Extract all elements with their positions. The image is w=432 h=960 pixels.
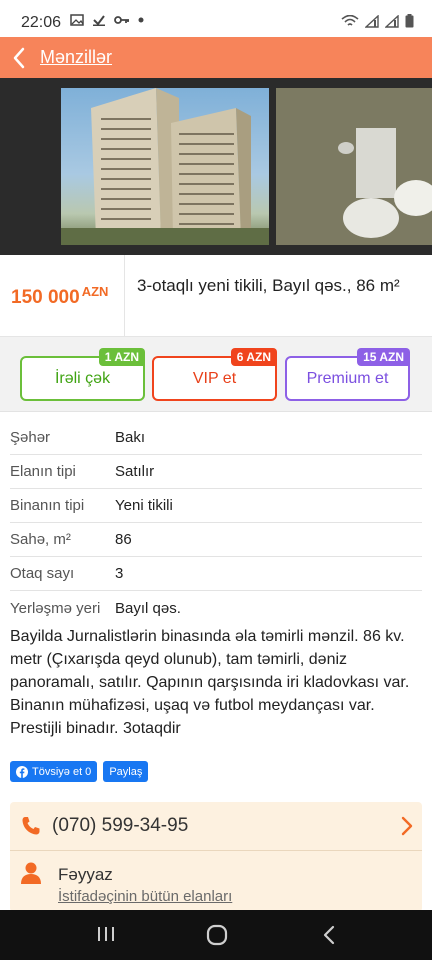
property-row: Yerləşmə yeri Bayıl qəs. — [10, 591, 422, 625]
properties-table: Şəhər Bakı Elanın tipi Satılır Binanın tip… — [10, 421, 422, 625]
property-value: 86 — [115, 531, 132, 548]
signal-2-icon — [385, 14, 399, 28]
recent-apps-icon[interactable] — [96, 924, 116, 944]
price-amount: 150 000 — [11, 287, 80, 308]
property-value: 3 — [115, 565, 124, 582]
key-icon — [114, 16, 129, 24]
share-button[interactable]: Paylaş — [103, 761, 149, 782]
price-currency: AZN — [81, 284, 109, 299]
divider — [124, 255, 125, 337]
property-row: Sahə, m² 86 — [10, 523, 422, 557]
all-ads-link[interactable]: İstifadəçinin bütün elanları — [58, 888, 232, 905]
wifi-icon — [341, 14, 359, 26]
property-value: Bayıl qəs. — [115, 599, 181, 617]
boost-button[interactable]: 1 AZN İrəli çək — [20, 348, 145, 401]
social-buttons: Tövsiyə et 0 Paylaş — [10, 761, 149, 782]
bathroom-photo[interactable] — [276, 88, 432, 245]
premium-price-badge: 15 AZN — [357, 348, 410, 366]
status-bar: 22:06 — [0, 0, 432, 37]
battery-icon — [405, 14, 414, 28]
price: 150 000 AZN — [11, 284, 109, 309]
price-title-bar: 150 000 AZN 3-otaqlı yeni tikili, Bayıl q… — [0, 255, 432, 337]
vip-button[interactable]: 6 AZN VIP et — [152, 348, 277, 401]
listing-title: 3-otaqlı yeni tikili, Bayıl qəs., 86 m² — [137, 276, 400, 295]
phone-row[interactable]: (070) 599-34-95 — [10, 802, 422, 851]
vip-price-badge: 6 AZN — [230, 348, 277, 366]
image-icon — [70, 14, 84, 26]
system-nav-bar — [0, 910, 432, 960]
premium-button[interactable]: 15 AZN Premium et — [285, 348, 410, 401]
page-title-link[interactable]: Mənzillər — [40, 47, 112, 68]
back-button[interactable] — [2, 37, 36, 78]
vip-label: VIP et — [192, 369, 237, 387]
back-arrow-icon — [13, 47, 25, 68]
share-label: Paylaş — [109, 765, 143, 778]
status-time: 22:06 — [21, 14, 62, 31]
premium-label: Premium et — [306, 369, 389, 387]
status-system-icons — [341, 14, 414, 28]
status-notification-icons — [70, 14, 144, 26]
property-value: Satılır — [115, 463, 155, 480]
photo-gallery[interactable] — [0, 78, 432, 255]
building-image — [61, 88, 269, 245]
phone-icon — [22, 817, 40, 835]
promotion-actions: 1 AZN İrəli çək 6 AZN VIP et 15 AZN Prem… — [0, 337, 432, 412]
description-text: Bayilda Jurnalistlərin binasında əla təm… — [10, 628, 410, 737]
seller-name: Fəyyaz — [58, 865, 113, 884]
property-key: Yerləşmə yeri — [10, 599, 101, 617]
signal-icon — [365, 14, 379, 28]
property-key: Sahə, m² — [10, 531, 71, 548]
property-key: Binanın tipi — [10, 497, 85, 514]
property-value: Yeni tikili — [115, 497, 173, 514]
property-row: Otaq sayı 3 — [10, 557, 422, 591]
property-key: Şəhər — [10, 429, 51, 446]
property-row: Elanın tipi Satılır — [10, 455, 422, 489]
seller-row: Fəyyaz İstifadəçinin bütün elanları — [10, 852, 422, 912]
boost-price-badge: 1 AZN — [98, 348, 145, 366]
recommend-label: Tövsiyə et 0 — [32, 765, 92, 778]
property-key: Elanın tipi — [10, 463, 76, 480]
property-row: Şəhər Bakı — [10, 421, 422, 455]
phone-number: (070) 599-34-95 — [52, 815, 189, 836]
building-photo[interactable] — [61, 88, 269, 245]
recommend-button[interactable]: Tövsiyə et 0 — [10, 761, 98, 782]
property-value: Bakı — [115, 429, 146, 446]
check-icon — [93, 15, 105, 26]
user-icon — [21, 862, 41, 884]
dot-icon — [138, 17, 144, 23]
property-key: Otaq sayı — [10, 565, 75, 582]
boost-label: İrəli çək — [54, 369, 111, 387]
app-bar: Mənzillər — [0, 37, 432, 78]
bathroom-image — [276, 88, 432, 245]
chevron-right-icon — [401, 816, 413, 836]
back-nav-icon[interactable] — [322, 924, 336, 946]
home-icon[interactable] — [206, 924, 228, 946]
facebook-icon — [16, 765, 28, 778]
contact-card: (070) 599-34-95 Fəyyaz İstifadəçinin büt… — [10, 802, 422, 912]
property-row: Binanın tipi Yeni tikili — [10, 489, 422, 523]
